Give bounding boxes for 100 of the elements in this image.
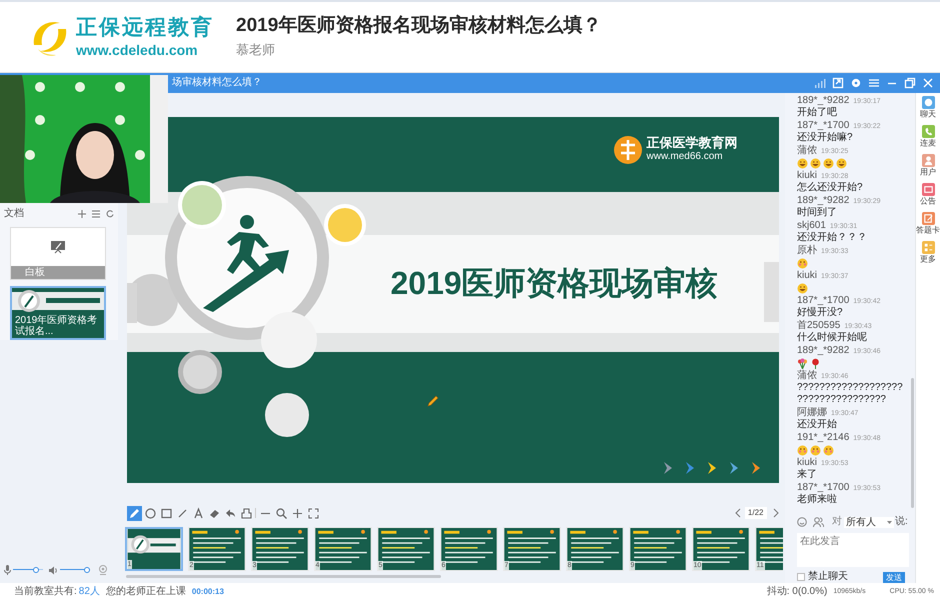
user-tab-icon[interactable] (922, 154, 934, 167)
chat-username: kiuki (797, 171, 818, 181)
teacher-name: 慕老师 (236, 41, 276, 59)
to-label: 对 (832, 516, 842, 528)
clear-button[interactable] (238, 506, 254, 520)
smiley-icon (797, 444, 808, 456)
smiley-icon (810, 444, 821, 456)
speaker-icon[interactable] (49, 566, 58, 574)
phone-tab-icon[interactable] (922, 125, 934, 138)
search-button[interactable] (274, 506, 288, 520)
status-label: 当前教室共有: (14, 586, 77, 598)
chat-username: 187*_*1700 (797, 121, 850, 131)
slide-title: 2019医师资格现场审核 (390, 264, 718, 303)
chat-username: 189*_*9282 (797, 96, 850, 106)
pen-button[interactable] (126, 506, 142, 520)
smiley-icon (823, 444, 834, 456)
text-icon (192, 506, 204, 520)
more-tab-icon[interactable] (922, 241, 934, 254)
restore-icon[interactable] (904, 77, 916, 89)
recipient-dropdown[interactable]: 所有人 (844, 516, 894, 528)
chat-message: 好慢开没? (797, 307, 844, 319)
smiley-icon (823, 158, 834, 168)
caret-icon (887, 520, 892, 524)
users-icon[interactable] (813, 517, 824, 528)
chat-username: 蒲侬 (797, 371, 817, 381)
share-icon[interactable] (832, 77, 844, 89)
send-button[interactable]: 发送 (883, 572, 905, 582)
menu-icon[interactable] (868, 77, 880, 89)
chat-message: 怎么还没开始? (797, 182, 864, 194)
chat-message: 还没开始？？？ (797, 232, 868, 244)
chat-username: 原朴 (797, 246, 817, 256)
camera-icon[interactable] (98, 565, 108, 575)
chat-username: 蒲侬 (797, 146, 817, 156)
side-tab-label[interactable]: 连麦 (920, 139, 936, 149)
side-tab-label[interactable]: 更多 (920, 255, 936, 265)
message-input[interactable]: 在此发言 (797, 533, 909, 567)
chat-username: skj601 (797, 221, 826, 231)
chat-username: 187*_*1700 (797, 296, 850, 306)
notice-tab-icon[interactable] (922, 183, 934, 196)
chat-message: 时间到了 (797, 207, 838, 219)
slide-logo-name: 正保医学教育网 (646, 135, 738, 151)
chat-tab-icon[interactable] (922, 96, 934, 109)
slide-preview-icon (12, 288, 104, 314)
chat-username: kiuki (797, 271, 818, 281)
slider-thumb[interactable] (32, 567, 38, 573)
next-page-icon[interactable] (772, 508, 778, 518)
slider-thumb[interactable] (84, 567, 90, 573)
chat-message: 开始了吧 (797, 107, 838, 119)
side-tab-label[interactable]: 聊天 (920, 110, 936, 120)
document-label: 2019年医师资格考试报名... (15, 315, 98, 338)
add-icon[interactable] (78, 210, 86, 218)
circle-tool-button[interactable] (142, 506, 158, 520)
previous-slide-tab (126, 283, 136, 323)
jitter-stat: 抖动: 0(0.0%) (766, 586, 828, 598)
answer-tab-icon[interactable] (922, 212, 934, 225)
panel-title: 文档 (4, 208, 24, 220)
slide-thumbnail-icon (440, 528, 496, 570)
pen-icon (128, 506, 140, 520)
settings-icon[interactable] (850, 77, 862, 89)
mute-checkbox[interactable] (797, 573, 805, 581)
emoji-icon[interactable] (797, 517, 807, 528)
chat-username: 首250595 (797, 321, 840, 331)
side-tab-label[interactable]: 用户 (920, 168, 936, 178)
slide-thumbnail-icon (630, 528, 686, 570)
microphone-volume-slider[interactable] (13, 567, 43, 573)
smiley-icon (810, 158, 821, 168)
mute-label: 禁止聊天 (808, 571, 848, 583)
scrollbar[interactable] (126, 575, 441, 578)
page-indicator: 1/22 (744, 507, 766, 519)
list-icon[interactable] (92, 210, 100, 218)
whiteboard-icon (50, 240, 66, 254)
chat-username: 191*_*2146 (797, 433, 850, 443)
clear-icon (240, 506, 252, 520)
previous-page-icon[interactable] (734, 508, 741, 518)
fullscreen-button[interactable] (306, 506, 320, 520)
chat-username: 187*_*1700 (797, 483, 850, 493)
close-icon[interactable] (922, 77, 934, 89)
smiley-icon (797, 258, 808, 268)
speaker-volume-slider[interactable] (60, 567, 90, 573)
fullscreen-icon (306, 506, 320, 520)
brand-url: www.cdeledu.com (76, 41, 199, 59)
slide-thumbnail-icon (188, 528, 244, 570)
chat-username: 189*_*9282 (797, 196, 850, 206)
side-tab-label[interactable]: 答题卡 (916, 226, 940, 236)
search-icon (274, 506, 288, 520)
smiley-icon (797, 158, 808, 168)
chat-message: 什么时候开始呢 (797, 332, 868, 344)
microphone-icon[interactable] (4, 565, 11, 575)
side-tab-label[interactable]: 公告 (920, 197, 936, 207)
chat-username: 189*_*9282 (797, 346, 850, 356)
brand-name: 正保远程教育 (76, 15, 214, 41)
document-label: 白板 (25, 266, 45, 279)
document-card[interactable]: 2019年医师资格考试报名... (10, 286, 106, 340)
refresh-icon[interactable] (106, 210, 114, 218)
rectangle-icon (160, 506, 172, 520)
chat-message: ??????????????????????????????????? (797, 382, 904, 406)
next-slide-tab (764, 262, 778, 322)
slide-thumbnail-icon (692, 528, 748, 570)
undo-icon (224, 506, 236, 520)
rose-icon (810, 358, 821, 368)
